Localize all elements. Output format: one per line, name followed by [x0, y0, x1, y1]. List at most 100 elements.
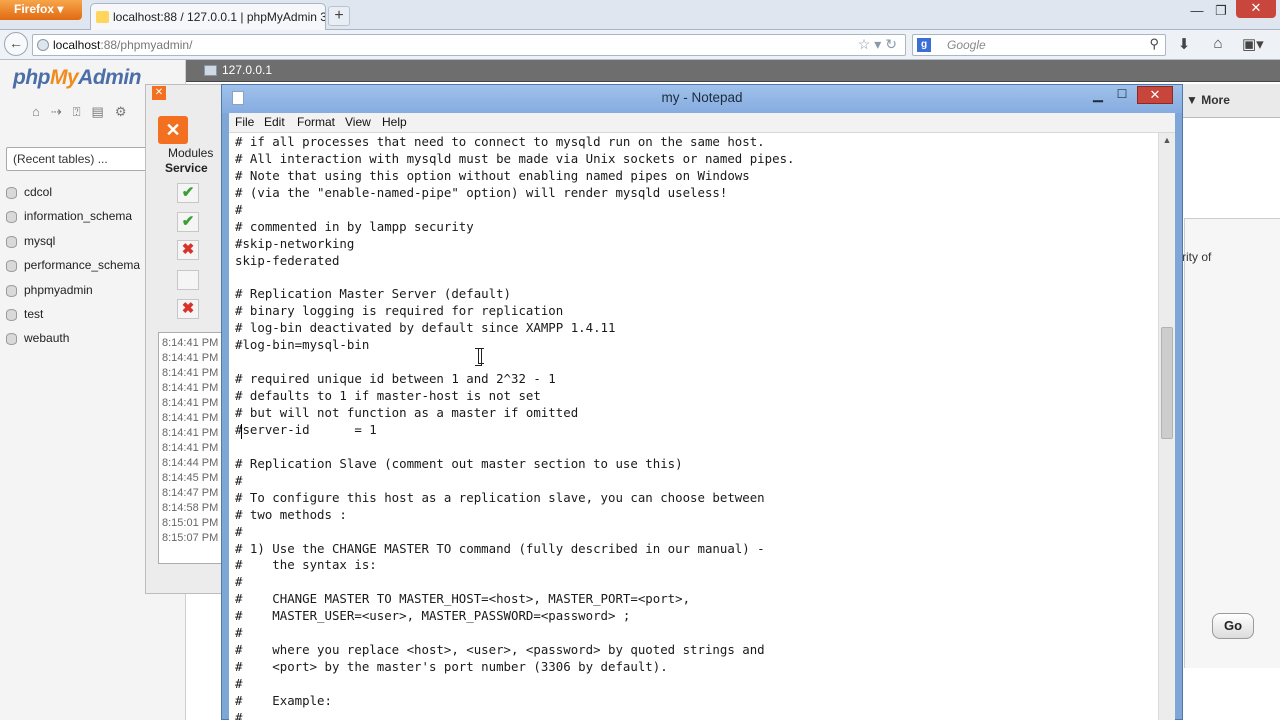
- back-button[interactable]: ←: [4, 32, 28, 56]
- bookmark-star-icon[interactable]: ☆▾↻: [858, 36, 901, 53]
- log-timestamp: 8:14:44 PM: [162, 457, 219, 469]
- notepad-minimize-button[interactable]: ▁: [1086, 87, 1110, 103]
- text-line: # MASTER_USER=<user>, MASTER_PASSWORD=<p…: [235, 608, 631, 624]
- log-timestamp: 8:14:47 PM: [162, 487, 219, 499]
- phpmyadmin-favicon-icon: [96, 11, 109, 23]
- log-timestamp: 8:14:41 PM: [162, 367, 219, 379]
- go-button[interactable]: Go: [1212, 613, 1254, 639]
- database-icon: [6, 333, 17, 346]
- menu-edit[interactable]: Edit: [264, 115, 285, 129]
- text-line: # Example:: [235, 692, 332, 708]
- xampp-logo-icon: ✕: [158, 116, 188, 144]
- text-line: # 1) Use the CHANGE MASTER TO command (f…: [235, 540, 765, 556]
- text-line: #log-bin=mysql-bin: [235, 337, 370, 353]
- text-line: # Replication Slave (comment out master …: [235, 455, 683, 471]
- database-icon: [6, 235, 17, 248]
- addon-icon[interactable]: ▣▾: [1242, 35, 1264, 55]
- menu-format[interactable]: Format: [297, 115, 335, 129]
- more-tabs-menu[interactable]: ▼ More: [1186, 93, 1230, 107]
- database-item[interactable]: mysql: [6, 234, 55, 254]
- service-stopped-icon[interactable]: ✖: [177, 240, 199, 260]
- ibeam-cursor-icon: [475, 348, 484, 366]
- browser-tab-title: localhost:88 / 127.0.0.1 | phpMyAdmin 3.…: [113, 10, 326, 24]
- firefox-menu-label: Firefox: [14, 2, 55, 16]
- text-line: #: [235, 523, 243, 539]
- service-empty-icon[interactable]: ·: [177, 270, 199, 290]
- search-bar[interactable]: g Google ⚲: [912, 34, 1166, 56]
- more-chevron-icon: ▼: [1186, 93, 1198, 107]
- text-line: # the syntax is:: [235, 557, 377, 573]
- back-arrow-icon: ←: [9, 35, 23, 51]
- new-tab-button[interactable]: +: [328, 6, 350, 26]
- logo-admin: Admin: [78, 66, 141, 89]
- text-line: [235, 439, 795, 456]
- menu-view[interactable]: View: [345, 115, 371, 129]
- site-identity-icon[interactable]: [37, 39, 49, 51]
- text-line: # commented in by lampp security: [235, 218, 474, 234]
- text-line: # defaults to 1 if master-host is not se…: [235, 388, 541, 404]
- scrollbar-thumb[interactable]: [1161, 327, 1173, 439]
- database-name: information_schema: [24, 209, 133, 224]
- vertical-scrollbar[interactable]: ▲: [1158, 133, 1175, 720]
- database-item[interactable]: test: [6, 307, 43, 327]
- address-bar[interactable]: localhost:88/phpmyadmin/ ☆▾↻: [32, 34, 906, 56]
- text-line: # where you replace <host>, <user>, <pas…: [235, 642, 765, 658]
- text-caret: [241, 424, 242, 439]
- notepad-text-area[interactable]: # if all processes that need to connect …: [229, 133, 1158, 720]
- home-icon[interactable]: ⌂: [1208, 35, 1228, 55]
- text-line: #: [235, 574, 243, 590]
- window-close-button[interactable]: ✕: [1236, 0, 1276, 18]
- window-minimize-button[interactable]: —: [1184, 3, 1210, 21]
- server-breadcrumb[interactable]: 127.0.0.1: [204, 63, 272, 77]
- text-line: # two methods :: [235, 506, 347, 522]
- search-icon[interactable]: ⚲: [1149, 36, 1159, 52]
- text-line: #: [235, 201, 243, 217]
- menu-help[interactable]: Help: [382, 115, 407, 129]
- text-line: # but will not function as a master if o…: [235, 405, 579, 420]
- firefox-menu-button[interactable]: Firefox ▾: [0, 0, 82, 20]
- database-icon: [6, 284, 17, 297]
- server-icon: [204, 65, 217, 76]
- log-timestamp: 8:15:07 PM: [162, 532, 219, 544]
- database-item[interactable]: information_schema: [6, 209, 132, 229]
- browser-tab-phpmyadmin[interactable]: localhost:88 / 127.0.0.1 | phpMyAdmin 3.…: [90, 3, 326, 30]
- downloads-icon[interactable]: ⬇: [1174, 35, 1194, 55]
- service-stopped-icon[interactable]: ✖: [177, 299, 199, 319]
- scroll-up-icon[interactable]: ▲: [1159, 135, 1175, 145]
- log-timestamp: 8:14:41 PM: [162, 397, 219, 409]
- window-restore-button[interactable]: ❐: [1208, 3, 1234, 21]
- url-path: :88/phpmyadmin/: [100, 38, 193, 52]
- text-line: # To configure this host as a replicatio…: [235, 489, 765, 505]
- database-icon: [6, 187, 17, 199]
- notepad-close-button[interactable]: ✕: [1137, 86, 1173, 104]
- search-placeholder: Google: [947, 38, 986, 52]
- xampp-log-panel[interactable]: 8:14:41 PM 8:14:41 PM 8:14:41 PM 8:14:41 PM…: [158, 332, 224, 564]
- text-line: # if all processes that need to connect …: [235, 134, 765, 149]
- server-label: 127.0.0.1: [222, 63, 273, 77]
- database-item[interactable]: webauth: [6, 331, 69, 351]
- google-engine-icon[interactable]: g: [917, 38, 931, 52]
- database-item[interactable]: cdcol: [6, 185, 52, 205]
- text-line: # CHANGE MASTER TO MASTER_HOST=<host>, M…: [235, 591, 691, 607]
- text-line: # Note that using this option without en…: [235, 167, 750, 183]
- log-timestamp: 8:14:41 PM: [162, 427, 219, 439]
- text-line: # (via the "enable-named-pipe" option) w…: [235, 184, 728, 200]
- phpmyadmin-logo[interactable]: phpMyAdmin: [13, 66, 141, 90]
- text-line: [235, 354, 795, 371]
- database-name: webauth: [24, 331, 70, 346]
- database-item[interactable]: phpmyadmin: [6, 283, 93, 303]
- database-name: phpmyadmin: [24, 282, 93, 297]
- pma-quick-icons[interactable]: ⌂⇢⍰▤⚙: [32, 104, 137, 120]
- notepad-text-lines: # if all processes that need to connect …: [235, 134, 795, 720]
- text-line: #server-id = 1: [235, 421, 377, 437]
- text-line: #: [235, 625, 243, 641]
- menu-file[interactable]: File: [235, 115, 254, 129]
- notepad-maximize-button[interactable]: ☐: [1110, 87, 1134, 103]
- database-item[interactable]: performance_schema: [6, 258, 140, 278]
- service-running-icon[interactable]: ✔: [177, 183, 199, 203]
- text-line: # Replication Master Server (default): [235, 286, 512, 302]
- service-running-icon[interactable]: ✔: [177, 212, 199, 232]
- pma-content-panel: [1184, 218, 1280, 668]
- text-line: # All interaction with mysqld must be ma…: [235, 150, 795, 166]
- more-label: More: [1201, 93, 1230, 107]
